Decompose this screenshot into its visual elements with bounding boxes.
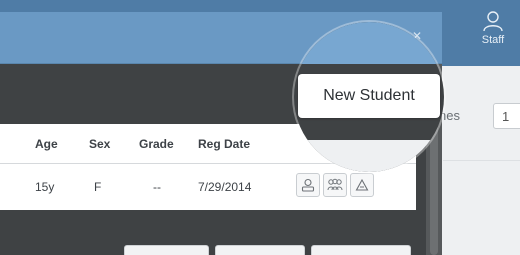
background-divider: [443, 160, 520, 161]
cell-age: 15y: [35, 180, 55, 194]
background-count-box[interactable]: 1: [493, 103, 520, 129]
footer-button-2[interactable]: [215, 245, 305, 255]
column-header-grade[interactable]: Grade: [139, 137, 174, 151]
spotlight-magnifier: New Student: [294, 22, 444, 172]
staff-nav-item[interactable]: Staff: [466, 10, 520, 56]
view-student-button[interactable]: [296, 173, 320, 197]
column-header-sex[interactable]: Sex: [89, 137, 110, 151]
cell-reg-date: 7/29/2014: [198, 180, 252, 194]
group-icon: [327, 178, 343, 191]
new-student-button[interactable]: New Student: [298, 74, 440, 118]
family-button[interactable]: [323, 173, 347, 197]
alert-button[interactable]: [350, 173, 374, 197]
spotlight-page-area: [294, 140, 444, 172]
user-icon: [301, 178, 315, 192]
footer-button-3[interactable]: [311, 245, 411, 255]
triangle-icon: [355, 178, 369, 191]
cell-sex: F: [94, 180, 102, 194]
spotlight-header-area: [294, 22, 444, 64]
staff-icon: [483, 11, 503, 32]
footer-button-1[interactable]: [124, 245, 209, 255]
column-header-reg-date[interactable]: Reg Date: [198, 137, 250, 151]
cell-grade: --: [153, 180, 161, 194]
column-header-age[interactable]: Age: [35, 137, 58, 151]
staff-label: Staff: [481, 34, 505, 46]
